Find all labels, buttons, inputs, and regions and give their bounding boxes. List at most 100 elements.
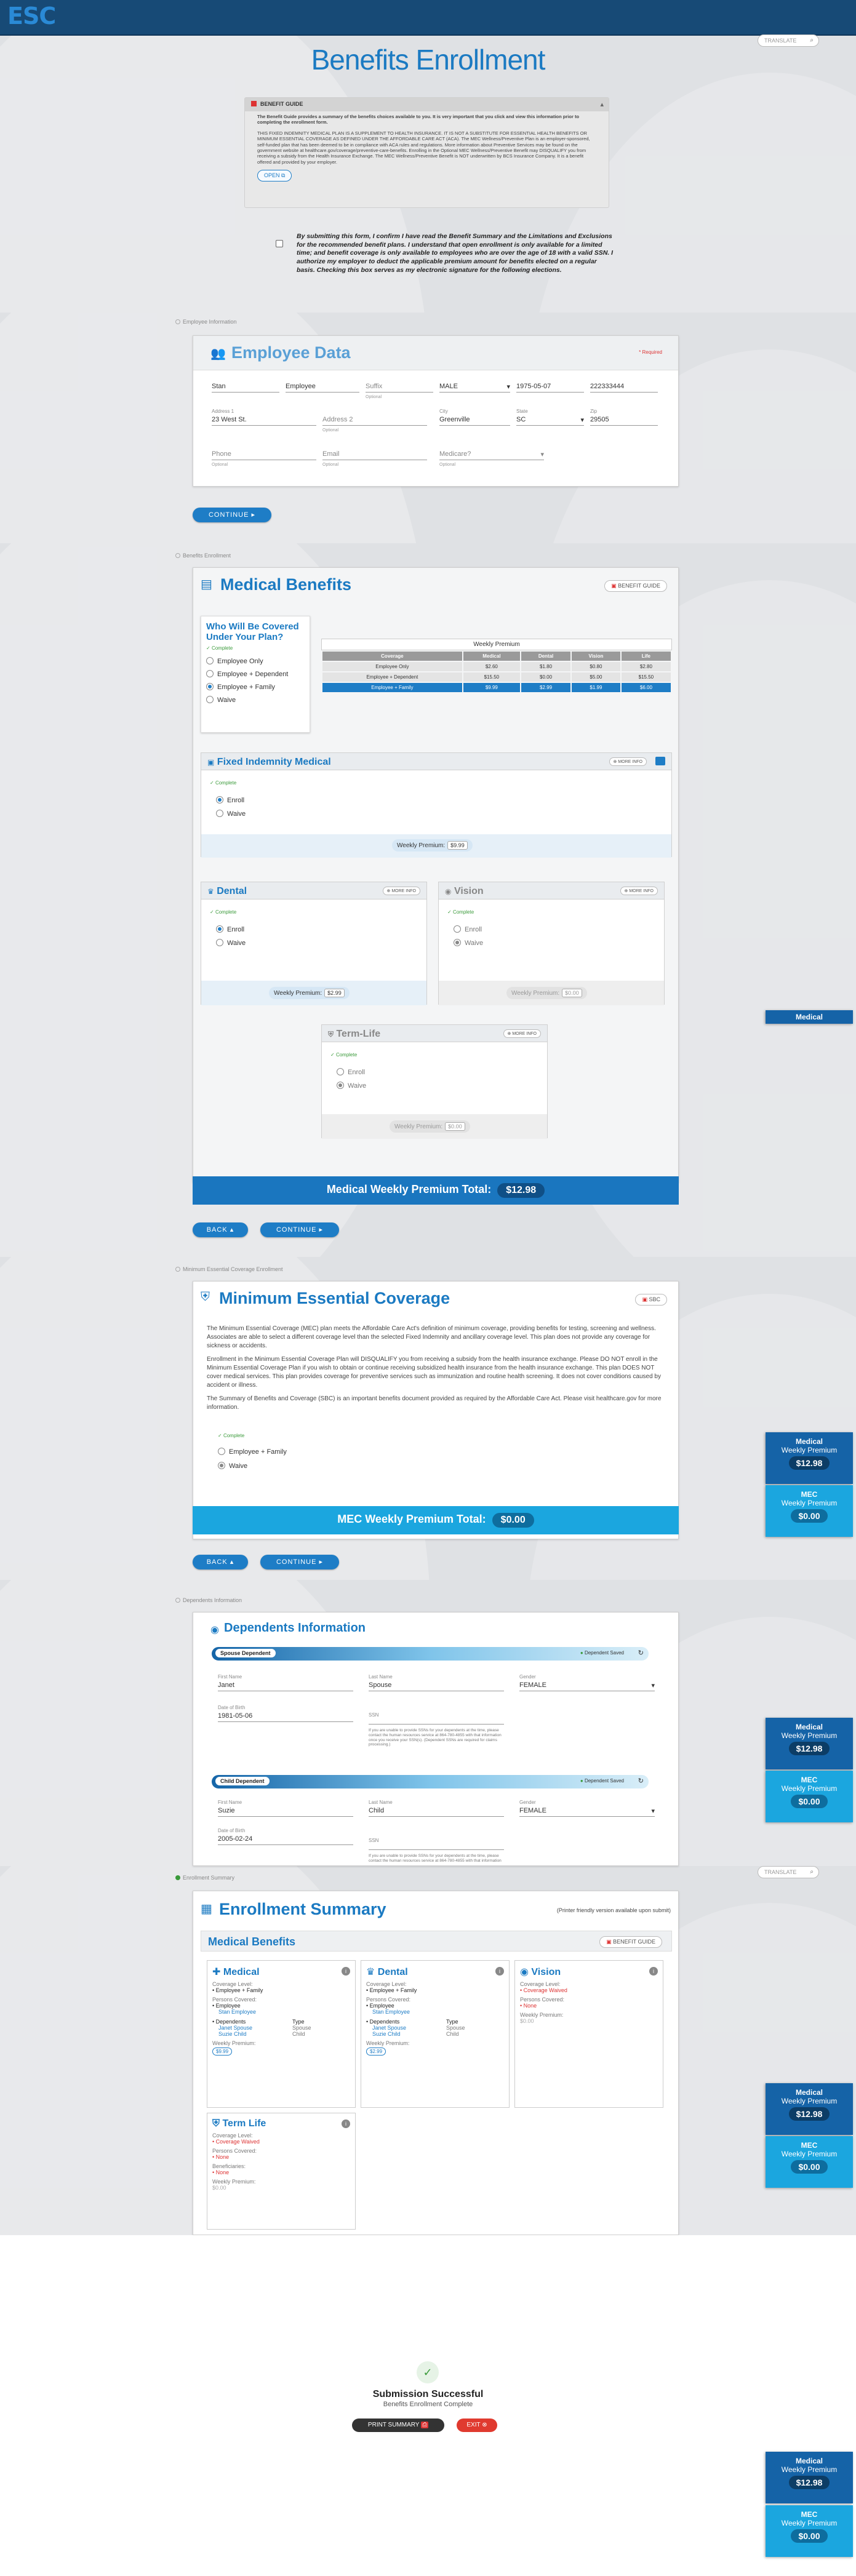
- first-name-field[interactable]: Stan: [212, 381, 279, 393]
- info-icon[interactable]: i: [342, 1967, 350, 1976]
- child-last-name[interactable]: Child: [369, 1806, 504, 1817]
- suffix-field[interactable]: Suffix: [366, 381, 433, 393]
- chevron-down-icon: ▾: [651, 1808, 655, 1815]
- ssn-field[interactable]: 222333444: [590, 381, 658, 393]
- info-icon[interactable]: i: [342, 2119, 350, 2128]
- child-ssn[interactable]: [369, 1844, 504, 1850]
- benefit-guide-button[interactable]: ▣ BENEFIT GUIDE: [604, 580, 667, 592]
- life-enroll-option[interactable]: Enroll: [337, 1068, 365, 1076]
- term-life-card: ⛨ Term-Life ⊕ MORE INFO Complete Enroll …: [321, 1024, 548, 1139]
- fixed-indemnity-card: ▣ Fixed Indemnity Medical ⊕ MORE INFO Co…: [201, 752, 672, 858]
- spouse-last-name[interactable]: Spouse: [369, 1680, 504, 1691]
- address1-field[interactable]: 23 West St.: [212, 415, 316, 426]
- premium-table-cell: Employee + Dependent: [322, 672, 462, 682]
- benefit-guide-button[interactable]: ▣ BENEFIT GUIDE: [599, 1936, 662, 1948]
- medicare-select[interactable]: Medicare? ▾: [439, 449, 544, 460]
- medical-title: Medical Benefits: [220, 575, 352, 594]
- agreement-checkbox[interactable]: [276, 240, 283, 247]
- side-medical-premium[interactable]: Medical Weekly Premium $12.98: [766, 1718, 853, 1769]
- back-button[interactable]: BACK ▴: [193, 1555, 248, 1569]
- child-dependent-header: Child DependentDependent Saved↻: [212, 1775, 649, 1788]
- more-info-button[interactable]: ⊕ MORE INFO: [609, 757, 647, 766]
- chat-icon[interactable]: [655, 757, 665, 765]
- continue-button[interactable]: CONTINUE ▸: [193, 508, 271, 522]
- guide-intro: The Benefit Guide provides a summary of …: [257, 114, 580, 126]
- back-button[interactable]: BACK ▴: [193, 1222, 248, 1237]
- side-mec-premium[interactable]: MEC Weekly Premium $0.00: [766, 2505, 853, 2557]
- premium-table-cell: $1.99: [572, 683, 620, 692]
- fixed-waive-option[interactable]: Waive: [216, 810, 246, 818]
- child-first-name[interactable]: Suzie: [218, 1806, 353, 1817]
- zip-field[interactable]: 29505: [590, 415, 658, 426]
- open-guide-button[interactable]: OPEN ⧉: [257, 170, 292, 181]
- side-medical-premium[interactable]: Medical Weekly Premium $12.98: [766, 2452, 853, 2503]
- logo: ESC: [7, 2, 56, 30]
- side-mec-premium[interactable]: MEC Weekly Premium $0.00: [766, 2136, 853, 2188]
- continue-button[interactable]: CONTINUE ▸: [260, 1555, 339, 1569]
- premium-table-cell: $15.50: [463, 672, 520, 682]
- summary-title: Enrollment Summary: [219, 1900, 386, 1918]
- info-icon[interactable]: i: [649, 1967, 658, 1976]
- last-name-field[interactable]: Employee: [286, 381, 359, 393]
- mec-option-family[interactable]: Employee + Family: [218, 1448, 287, 1456]
- section-tag-benefits: Benefits Enrollment: [175, 552, 231, 559]
- employee-title: Employee Data: [231, 343, 351, 362]
- city-field[interactable]: Greenville: [439, 415, 510, 426]
- spouse-ssn[interactable]: [369, 1718, 504, 1725]
- premium-table-header: Life: [621, 652, 671, 661]
- gender-select[interactable]: MALE ▾: [439, 381, 510, 393]
- mec-paragraph-3: The Summary of Benefits and Coverage (SB…: [207, 1395, 662, 1411]
- print-summary-button[interactable]: PRINT SUMMARY ⎙: [352, 2418, 444, 2432]
- sbc-button[interactable]: ▣ SBC: [635, 1294, 667, 1306]
- refresh-icon[interactable]: ↻: [638, 1777, 644, 1785]
- state-select[interactable]: SC ▾: [516, 415, 584, 426]
- translate-input[interactable]: TRANSLATE ⌕: [758, 1866, 819, 1878]
- premium-table-cell: Employee Only: [322, 662, 462, 671]
- medical-icon: ✚: [212, 1967, 221, 1977]
- benefit-guide-panel: BENEFIT GUIDE ▴ The Benefit Guide provide…: [244, 97, 609, 208]
- option-employee-family[interactable]: Employee + Family: [206, 682, 305, 691]
- exit-button[interactable]: EXIT ⊗: [457, 2418, 497, 2432]
- option-employee-dependent[interactable]: Employee + Dependent: [206, 669, 305, 678]
- life-waive-option[interactable]: Waive: [337, 1082, 366, 1090]
- summary-dental: ♛ Dental i Coverage Level: • Employee + Fa…: [361, 1960, 510, 2108]
- side-medical-tab[interactable]: Medical: [766, 1010, 853, 1024]
- email-field[interactable]: Email: [322, 449, 427, 460]
- dob-field[interactable]: 1975-05-07: [516, 381, 584, 393]
- spouse-gender[interactable]: FEMALE ▾: [519, 1680, 655, 1691]
- info-icon[interactable]: i: [495, 1967, 504, 1976]
- dental-enroll-option[interactable]: Enroll: [216, 925, 244, 933]
- fixed-enroll-option[interactable]: Enroll: [216, 796, 244, 804]
- vision-enroll-option[interactable]: Enroll: [454, 925, 482, 933]
- side-medical-premium[interactable]: Medical Weekly Premium $12.98: [766, 2083, 853, 2135]
- side-mec-premium[interactable]: MEC Weekly Premium $0.00: [766, 1485, 853, 1537]
- child-dob[interactable]: 2005-02-24: [218, 1834, 353, 1845]
- more-info-button[interactable]: ⊕ MORE INFO: [503, 1029, 541, 1038]
- address2-field[interactable]: Address 2: [322, 415, 427, 426]
- more-info-button[interactable]: ⊕ MORE INFO: [382, 887, 420, 895]
- child-gender[interactable]: FEMALE ▾: [519, 1806, 655, 1817]
- option-waive[interactable]: Waive: [206, 695, 305, 704]
- refresh-icon[interactable]: ↻: [638, 1649, 644, 1657]
- dependents-card: ◉ Dependents Information Spouse Dependen…: [193, 1612, 679, 1866]
- collapse-icon[interactable]: ▴: [600, 100, 604, 108]
- spouse-dob[interactable]: 1981-05-06: [218, 1711, 353, 1722]
- eye-icon: ◉: [520, 1967, 529, 1977]
- premium-table-header: Vision: [572, 652, 620, 661]
- chevron-down-icon: ▾: [506, 383, 510, 391]
- phone-field[interactable]: Phone: [212, 449, 316, 460]
- side-mec-premium[interactable]: MEC Weekly Premium $0.00: [766, 1771, 853, 1822]
- more-info-button[interactable]: ⊕ MORE INFO: [620, 887, 658, 895]
- premium-table-header: Coverage: [322, 652, 462, 661]
- summary-term-life: ⛨ Term Life i Coverage Level: • Coverage W…: [207, 2113, 356, 2230]
- continue-button[interactable]: CONTINUE ▸: [260, 1222, 339, 1237]
- spouse-first-name[interactable]: Janet: [218, 1680, 353, 1691]
- mec-option-waive[interactable]: Waive: [218, 1462, 247, 1470]
- chevron-down-icon: ▾: [540, 451, 544, 458]
- side-medical-premium[interactable]: Medical Weekly Premium $12.98: [766, 1432, 853, 1484]
- section-tag-dependents: Dependents Information: [175, 1597, 242, 1603]
- vision-waive-option[interactable]: Waive: [454, 939, 483, 947]
- option-employee-only[interactable]: Employee Only: [206, 656, 305, 665]
- vision-weekly-premium: Weekly Premium: $0.00: [506, 987, 587, 999]
- dental-waive-option[interactable]: Waive: [216, 939, 246, 947]
